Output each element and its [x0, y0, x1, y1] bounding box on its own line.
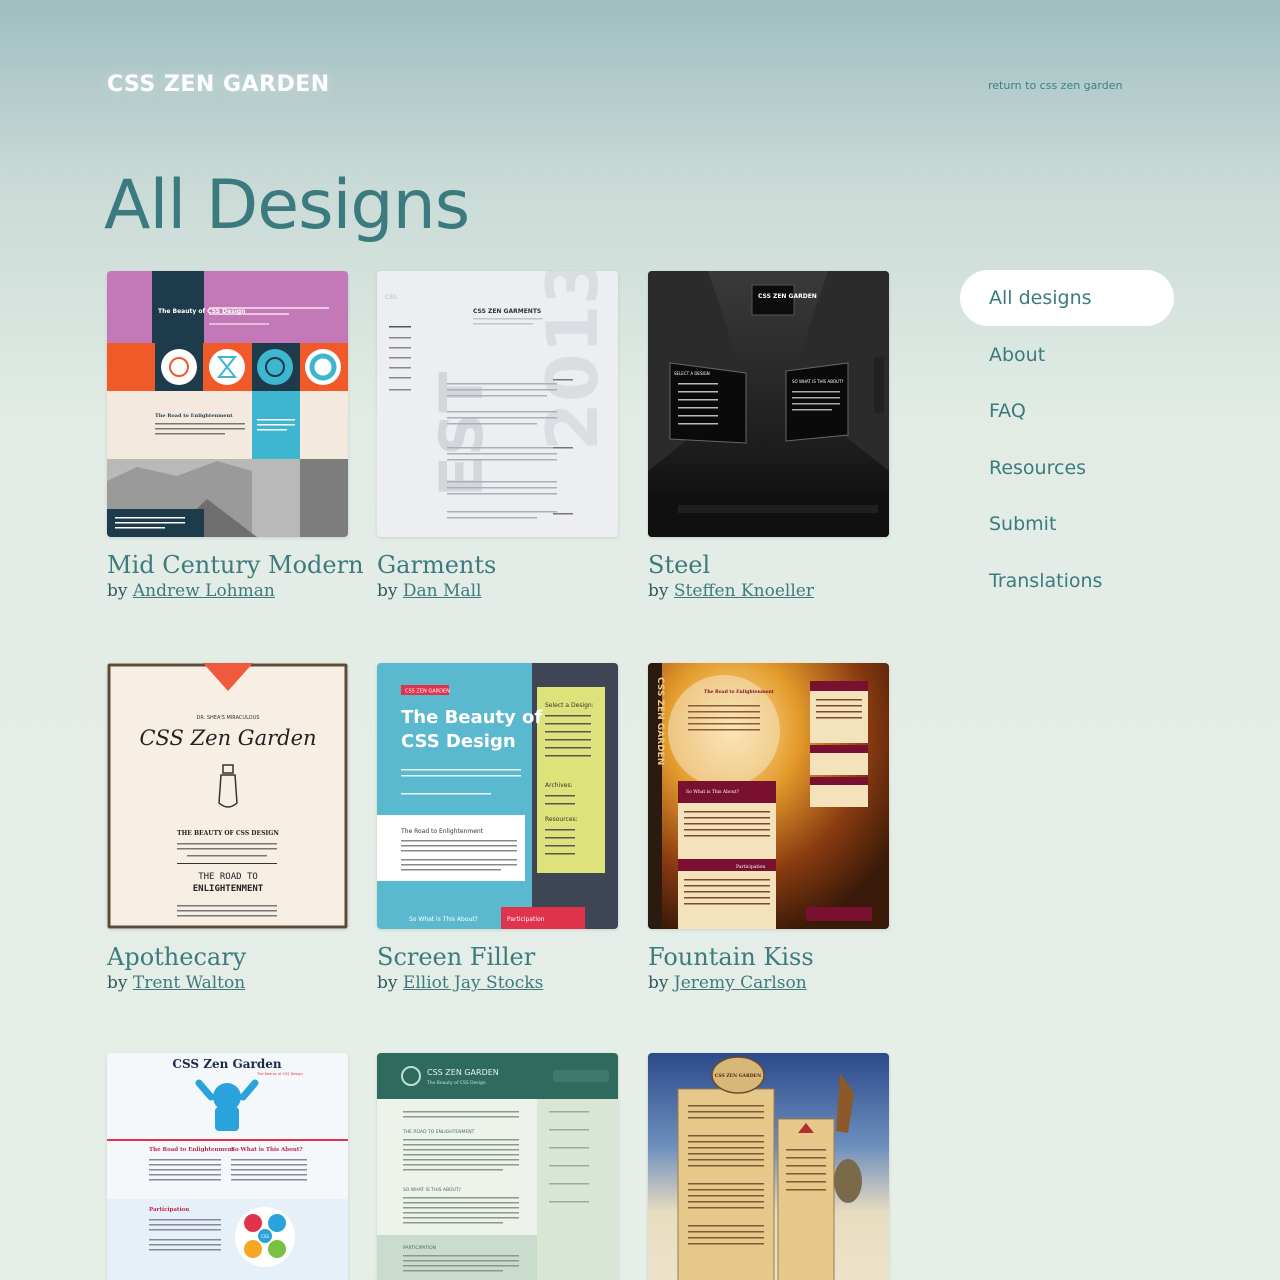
- design-title[interactable]: Apothecary: [107, 943, 348, 971]
- svg-text:So What is This About?: So What is This About?: [231, 1147, 303, 1153]
- design-byline: by Trent Walton: [107, 973, 348, 993]
- design-9-preview: CSS ZEN GARDEN: [648, 1053, 889, 1280]
- svg-text:The Beauty of: The Beauty of: [401, 707, 542, 728]
- design-8-preview: CSS ZEN GARDEN The Beauty of CSS Design …: [377, 1053, 618, 1280]
- design-title[interactable]: Garments: [377, 551, 618, 579]
- design-title[interactable]: Mid Century Modern: [107, 551, 364, 579]
- svg-text:Select a Design:: Select a Design:: [545, 702, 594, 709]
- steel-preview: CSS ZEN GARDEN SELECT A DESIGN SO WHAT I…: [648, 271, 889, 537]
- svg-text:Participation: Participation: [507, 916, 545, 923]
- svg-text:CSS ZEN GARDEN: CSS ZEN GARDEN: [715, 1073, 761, 1079]
- design-thumbnail[interactable]: Select a Design: Archives: Resources: CS…: [377, 663, 618, 929]
- design-card-apothecary: DR. SHEA'S MIRACULOUS CSS Zen Garden THE…: [107, 663, 348, 993]
- author-link[interactable]: Trent Walton: [133, 973, 245, 993]
- apothecary-preview: DR. SHEA'S MIRACULOUS CSS Zen Garden THE…: [107, 663, 348, 929]
- design-card-mid-century-modern: The Beauty of CSS Design The Road to Enl…: [107, 271, 364, 601]
- nav-item-submit[interactable]: Submit: [960, 496, 1174, 552]
- svg-text:PARTICIPATION: PARTICIPATION: [403, 1245, 436, 1251]
- site-logo[interactable]: CSS ZEN GARDEN: [107, 72, 330, 97]
- svg-text:CSS: CSS: [385, 294, 397, 301]
- byline-prefix: by: [107, 581, 128, 601]
- svg-text:ENLIGHTENMENT: ENLIGHTENMENT: [193, 884, 264, 894]
- design-title[interactable]: Screen Filler: [377, 943, 618, 971]
- nav-item-faq[interactable]: FAQ: [960, 383, 1174, 439]
- design-thumbnail[interactable]: CSS CSS ZEN GARMENTS EST 2013: [377, 271, 618, 537]
- screen-filler-preview: Select a Design: Archives: Resources: CS…: [377, 663, 618, 929]
- byline-prefix: by: [648, 973, 669, 993]
- design-card-screen-filler: Select a Design: Archives: Resources: CS…: [377, 663, 618, 993]
- design-byline: by Andrew Lohman: [107, 581, 348, 601]
- design-thumbnail[interactable]: CSS ZEN GARDEN The Beauty of CSS Design …: [377, 1053, 618, 1280]
- nav-item-about[interactable]: About: [960, 327, 1174, 383]
- byline-prefix: by: [377, 973, 398, 993]
- svg-text:The Beauty of CSS Design: The Beauty of CSS Design: [426, 1080, 486, 1086]
- design-thumbnail[interactable]: DR. SHEA'S MIRACULOUS CSS Zen Garden THE…: [107, 663, 348, 929]
- svg-text:THE ROAD TO: THE ROAD TO: [198, 872, 258, 882]
- design-title[interactable]: Steel: [648, 551, 889, 579]
- design-card-8: CSS ZEN GARDEN The Beauty of CSS Design …: [377, 1053, 618, 1280]
- author-link[interactable]: Andrew Lohman: [133, 581, 275, 601]
- svg-text:Archives:: Archives:: [545, 782, 573, 789]
- nav-item-resources[interactable]: Resources: [960, 440, 1174, 496]
- svg-text:The Beauty of CSS Design: The Beauty of CSS Design: [256, 1072, 303, 1076]
- svg-text:CSS ZEN GARDEN: CSS ZEN GARDEN: [405, 689, 450, 695]
- svg-text:THE ROAD TO ENLIGHTENMENT: THE ROAD TO ENLIGHTENMENT: [402, 1129, 475, 1135]
- byline-prefix: by: [107, 973, 128, 993]
- svg-text:CSS ZEN GARDEN: CSS ZEN GARDEN: [427, 1068, 499, 1077]
- design-thumbnail[interactable]: CSS ZEN GARDEN The Road to Enlightenment…: [648, 663, 889, 929]
- design-byline: by Dan Mall: [377, 581, 618, 601]
- nav-item-all-designs[interactable]: All designs: [960, 270, 1174, 327]
- author-link[interactable]: Steffen Knoeller: [674, 581, 814, 601]
- svg-text:The Road to Enlightenment: The Road to Enlightenment: [155, 413, 233, 419]
- svg-text:SO WHAT IS THIS ABOUT?: SO WHAT IS THIS ABOUT?: [792, 379, 844, 384]
- fountain-kiss-preview: CSS ZEN GARDEN The Road to Enlightenment…: [648, 663, 889, 929]
- svg-text:CSS: CSS: [261, 1234, 269, 1239]
- page-title: All Designs: [104, 166, 470, 245]
- svg-text:Resources:: Resources:: [545, 816, 578, 823]
- svg-text:The Road to Enlightenment: The Road to Enlightenment: [704, 689, 775, 695]
- svg-text:CSS Zen Garden: CSS Zen Garden: [172, 1057, 281, 1071]
- design-title[interactable]: Fountain Kiss: [648, 943, 889, 971]
- svg-text:CSS Zen Garden: CSS Zen Garden: [139, 726, 316, 750]
- byline-prefix: by: [377, 581, 398, 601]
- svg-text:So What is This About?: So What is This About?: [686, 789, 739, 795]
- design-thumbnail[interactable]: CSS ZEN GARDEN SELECT A DESIGN SO WHAT I…: [648, 271, 889, 537]
- design-thumbnail[interactable]: The Beauty of CSS Design The Road to Enl…: [107, 271, 348, 537]
- byline-prefix: by: [648, 581, 669, 601]
- author-link[interactable]: Jeremy Carlson: [674, 973, 807, 993]
- svg-text:SELECT A DESIGN: SELECT A DESIGN: [674, 371, 710, 376]
- nav-item-translations[interactable]: Translations: [960, 553, 1174, 609]
- author-link[interactable]: Elliot Jay Stocks: [403, 973, 543, 993]
- design-7-preview: CSS Zen Garden The Beauty of CSS Design …: [107, 1053, 348, 1280]
- svg-text:EST: EST: [427, 372, 497, 497]
- svg-text:CSS Design: CSS Design: [401, 731, 516, 752]
- svg-text:CSS ZEN GARDEN: CSS ZEN GARDEN: [655, 677, 665, 765]
- design-byline: by Jeremy Carlson: [648, 973, 889, 993]
- author-link[interactable]: Dan Mall: [403, 581, 482, 601]
- mid-century-modern-preview: The Beauty of CSS Design The Road to Enl…: [107, 271, 348, 537]
- svg-text:The Road to Enlightenment: The Road to Enlightenment: [400, 828, 484, 835]
- svg-text:CSS ZEN GARDEN: CSS ZEN GARDEN: [758, 293, 817, 300]
- garments-preview: CSS CSS ZEN GARMENTS EST 2013: [377, 271, 618, 537]
- design-card-7: CSS Zen Garden The Beauty of CSS Design …: [107, 1053, 348, 1280]
- svg-text:2013: 2013: [532, 271, 614, 451]
- design-byline: by Steffen Knoeller: [648, 581, 889, 601]
- svg-text:SO WHAT IS THIS ABOUT?: SO WHAT IS THIS ABOUT?: [403, 1187, 462, 1193]
- design-byline: by Elliot Jay Stocks: [377, 973, 618, 993]
- design-thumbnail[interactable]: CSS ZEN GARDEN: [648, 1053, 889, 1280]
- design-thumbnail[interactable]: CSS Zen Garden The Beauty of CSS Design …: [107, 1053, 348, 1280]
- svg-text:So What is This About?: So What is This About?: [409, 916, 478, 923]
- svg-text:Participation: Participation: [736, 864, 765, 870]
- design-card-garments: CSS CSS ZEN GARMENTS EST 2013 Garments b…: [377, 271, 618, 601]
- svg-text:DR. SHEA'S MIRACULOUS: DR. SHEA'S MIRACULOUS: [197, 715, 260, 721]
- design-card-fountain-kiss: CSS ZEN GARDEN The Road to Enlightenment…: [648, 663, 889, 993]
- design-card-steel: CSS ZEN GARDEN SELECT A DESIGN SO WHAT I…: [648, 271, 889, 601]
- sidebar-nav: All designs About FAQ Resources Submit T…: [960, 270, 1174, 609]
- svg-text:THE BEAUTY OF CSS DESIGN: THE BEAUTY OF CSS DESIGN: [177, 830, 279, 837]
- design-card-9: CSS ZEN GARDEN: [648, 1053, 889, 1280]
- svg-text:CSS ZEN GARMENTS: CSS ZEN GARMENTS: [473, 308, 541, 315]
- svg-text:The Road to Enlightenment: The Road to Enlightenment: [149, 1147, 235, 1153]
- return-link[interactable]: return to css zen garden: [988, 79, 1122, 92]
- svg-text:Participation: Participation: [149, 1207, 189, 1213]
